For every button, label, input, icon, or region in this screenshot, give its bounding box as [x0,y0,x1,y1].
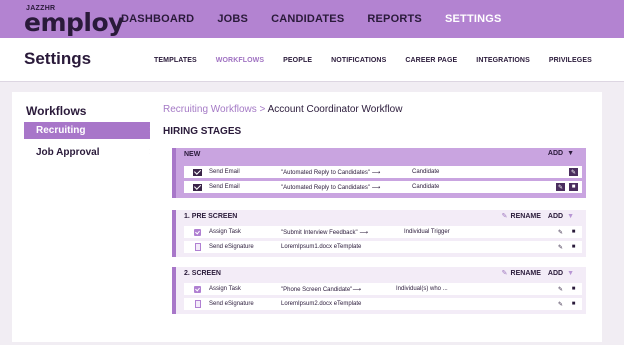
page-title: Settings [24,49,92,68]
edit-icon[interactable]: ✎ [569,168,578,176]
row-buttons: ✎ ■ [552,243,578,251]
trash-icon[interactable]: ■ [569,183,578,191]
brand-logo[interactable]: JAZZHR employ [24,2,124,38]
trash-icon[interactable]: ■ [569,228,578,236]
breadcrumb: Recruiting Workflows > Account Coordinat… [163,104,402,115]
breadcrumb-parent[interactable]: Recruiting Workflows [163,104,257,115]
rename-button[interactable]: ✎ RENAME [501,212,541,221]
row-detail: "Phone Screen Candidate"⟶ [281,286,361,293]
row-detail: "Submit Interview Feedback" ⟶ [281,229,368,236]
tab-career-page[interactable]: CAREER PAGE [405,57,457,64]
section-title: HIRING STAGES [163,126,242,137]
stage-screen: 2. SCREEN ✎ RENAME ADD ▼ Assign Task "Pho… [172,267,586,314]
add-action-button[interactable]: ADD [548,150,563,157]
stage-actions: ADD ▼ [548,150,574,157]
trash-icon[interactable]: ■ [569,300,578,308]
row-detail: LoremIpsum1.docx eTemplate [281,244,362,250]
add-action-button[interactable]: ADD [548,213,563,220]
row-target: Candidate [412,184,440,190]
rename-button[interactable]: ✎ RENAME [501,269,541,278]
workflow-editor: Recruiting Workflows > Account Coordinat… [150,92,602,342]
settings-tabs: TEMPLATES WORKFLOWS PEOPLE NOTIFICATIONS… [154,38,611,82]
edit-icon[interactable]: ✎ [556,183,565,191]
workflow-row[interactable]: Assign Task "Phone Screen Candidate"⟶ In… [184,283,582,295]
stage-pre-screen: 1. PRE SCREEN ✎ RENAME ADD ▼ Assign Task … [172,210,586,257]
pencil-icon: ✎ [501,270,508,277]
mail-icon [193,183,202,191]
sidebar-title: Workflows [26,104,87,118]
settings-bar: Settings TEMPLATES WORKFLOWS PEOPLE NOTI… [0,38,624,82]
workflow-row[interactable]: Assign Task "Submit Interview Feedback" … [184,226,582,238]
tab-people[interactable]: PEOPLE [283,57,312,64]
edit-icon[interactable]: ✎ [556,285,565,293]
pencil-icon: ✎ [501,213,508,220]
stage-name: 1. PRE SCREEN [184,213,238,220]
caret-down-icon[interactable]: ▼ [567,150,574,157]
row-buttons: ✎ ■ [552,228,578,236]
breadcrumb-current: Account Coordinator Workflow [267,104,403,115]
row-detail: "Automated Reply to Candidates" ⟶ [281,184,381,191]
nav-dashboard[interactable]: DASHBOARD [121,13,194,25]
row-target: Candidate [412,169,440,175]
task-icon [193,228,202,236]
row-detail: LoremIpsum2.docx eTemplate [281,301,362,307]
row-action: Send Email [209,184,240,190]
top-nav: JAZZHR employ DASHBOARD JOBS CANDIDATES … [0,0,624,38]
edit-icon[interactable]: ✎ [556,243,565,251]
sidebar-item-label: Recruiting [36,125,86,136]
row-target: Individual(s) who ... [396,286,448,292]
workflows-sidebar: Workflows Recruiting › Job Approval › [12,92,159,342]
workflow-row[interactable]: Send eSignature LoremIpsum2.docx eTempla… [184,298,582,310]
row-buttons: ✎ ■ [552,183,578,191]
tab-integrations[interactable]: INTEGRATIONS [476,57,530,64]
nav-reports[interactable]: REPORTS [367,13,422,25]
nav-jobs[interactable]: JOBS [217,13,248,25]
sidebar-item-label: Job Approval [36,147,100,158]
sidebar-item-job-approval[interactable]: Job Approval › [24,144,159,161]
breadcrumb-separator: > [256,104,268,115]
caret-down-icon[interactable]: ▼ [567,213,574,220]
stage-new: NEW ADD ▼ Send Email "Automated Reply to… [172,148,586,198]
task-icon [193,285,202,293]
row-buttons: ✎ [565,168,578,176]
caret-down-icon[interactable]: ▼ [567,270,574,277]
row-action: Send Email [209,169,240,175]
workflow-row[interactable]: Send Email "Automated Reply to Candidate… [184,166,582,178]
add-action-button[interactable]: ADD [548,270,563,277]
workflow-row[interactable]: Send eSignature LoremIpsum1.docx eTempla… [184,241,582,253]
row-action: Assign Task [209,286,241,292]
edit-icon[interactable]: ✎ [556,228,565,236]
nav-candidates[interactable]: CANDIDATES [271,13,344,25]
tab-templates[interactable]: TEMPLATES [154,57,197,64]
mail-icon [193,168,202,176]
row-action: Assign Task [209,229,241,235]
stage-name: NEW [184,151,201,158]
top-nav-items: DASHBOARD JOBS CANDIDATES REPORTS SETTIN… [121,0,525,38]
stage-actions: ✎ RENAME ADD ▼ [501,212,574,221]
signature-icon [193,243,202,251]
row-detail: "Automated Reply to Candidates" ⟶ [281,169,381,176]
workflow-row[interactable]: Send Email "Automated Reply to Candidate… [184,181,582,193]
row-buttons: ✎ ■ [552,300,578,308]
row-action: Send eSignature [209,244,254,250]
sidebar-item-recruiting[interactable]: Recruiting › [24,122,159,139]
stage-name: 2. SCREEN [184,270,221,277]
stage-actions: ✎ RENAME ADD ▼ [501,269,574,278]
nav-settings[interactable]: SETTINGS [445,13,502,25]
trash-icon[interactable]: ■ [569,243,578,251]
brand-name: employ [24,8,124,37]
row-target: Individual Trigger [404,229,450,235]
trash-icon[interactable]: ■ [569,285,578,293]
row-buttons: ✎ ■ [552,285,578,293]
signature-icon [193,300,202,308]
tab-privileges[interactable]: PRIVILEGES [549,57,592,64]
row-action: Send eSignature [209,301,254,307]
tab-workflows[interactable]: WORKFLOWS [216,57,264,64]
edit-icon[interactable]: ✎ [556,300,565,308]
tab-notifications[interactable]: NOTIFICATIONS [331,57,386,64]
